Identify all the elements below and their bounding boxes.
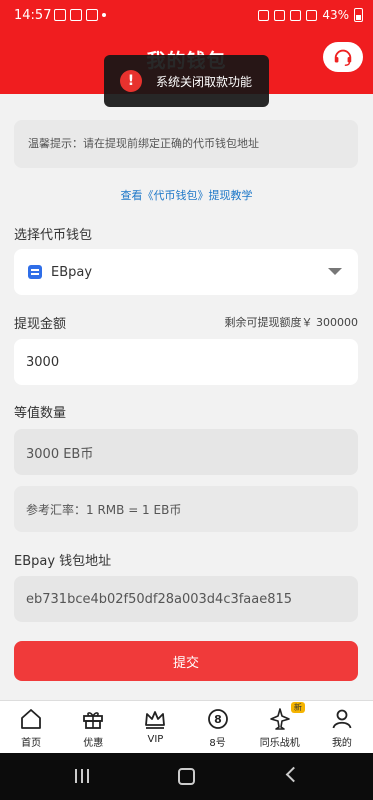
wallet-address-field: eb731bce4b02f50df28a003d4c3faae815 xyxy=(14,576,358,622)
battery-percent: 43% xyxy=(322,8,349,22)
tab-fighter[interactable]: 新 同乐战机 xyxy=(249,701,311,754)
amount-input[interactable]: 3000 xyxy=(14,339,358,385)
toast-message: 系统关闭取款功能 xyxy=(156,74,253,89)
equivalent-label: 等值数量 xyxy=(14,406,67,421)
system-status-icons: 43% xyxy=(258,8,363,22)
remaining-quota: 剩余可提现额度￥ 300000 xyxy=(224,316,359,329)
battery-icon xyxy=(354,8,363,22)
warning-icon: ! xyxy=(120,70,142,92)
wallet-label: 选择代币钱包 xyxy=(14,228,93,243)
ebpay-logo-icon xyxy=(28,265,42,279)
tab-label: VIP xyxy=(147,734,164,745)
tab-label: 优惠 xyxy=(83,738,104,749)
more-notifications-icon xyxy=(102,13,106,17)
crown-icon xyxy=(145,711,166,729)
status-time: 14:57 xyxy=(14,8,52,23)
wifi-icon xyxy=(290,9,302,21)
chevron-down-icon xyxy=(328,268,342,275)
customer-service-button[interactable] xyxy=(323,42,363,72)
tab-label: 8号 xyxy=(209,738,226,749)
tab-vip[interactable]: VIP xyxy=(124,701,186,754)
mute-icon xyxy=(274,9,286,21)
svg-text:8: 8 xyxy=(214,713,222,726)
tab-eight[interactable]: 8 8号 xyxy=(187,701,249,754)
amount-label: 提现金额 xyxy=(14,317,67,332)
tab-home[interactable]: 首页 xyxy=(0,701,62,754)
recent-apps-button[interactable] xyxy=(75,769,89,783)
notification-icons xyxy=(54,9,106,21)
tip-box: 温馨提示：请在提现前绑定正确的代币钱包地址 xyxy=(14,120,358,168)
status-bar: 14:57 43% xyxy=(0,0,373,32)
equivalent-amount-field: 3000 EB币 xyxy=(14,429,358,475)
new-badge: 新 xyxy=(290,702,305,713)
exchange-rate-box: 参考汇率：1 RMB = 1 EB币 xyxy=(14,486,358,532)
fighter-jet-icon xyxy=(269,708,290,730)
address-label: EBpay 钱包地址 xyxy=(14,554,112,569)
app-notification-icon xyxy=(70,9,82,21)
eight-ball-icon: 8 xyxy=(207,709,228,729)
user-icon xyxy=(332,709,352,729)
tutorial-link[interactable]: 查看《代币钱包》提现教学 xyxy=(0,187,373,203)
chat-icon xyxy=(258,9,270,21)
system-nav-bar xyxy=(0,753,373,800)
wallet-select[interactable]: EBpay xyxy=(14,249,358,295)
home-button[interactable] xyxy=(178,768,195,785)
submit-button[interactable]: 提交 xyxy=(14,641,358,681)
gift-icon xyxy=(83,712,104,729)
gallery-notification-icon xyxy=(54,9,66,21)
back-button[interactable] xyxy=(285,766,302,783)
headset-icon xyxy=(334,49,352,66)
signal-icon xyxy=(306,9,318,21)
wallet-form: 温馨提示：请在提现前绑定正确的代币钱包地址 查看《代币钱包》提现教学 选择代币钱… xyxy=(0,94,373,700)
bottom-tab-bar: 首页 优惠 VIP 8 8号 新 同乐战机 我的 xyxy=(0,700,373,754)
message-notification-icon xyxy=(86,9,98,21)
home-icon xyxy=(21,709,41,729)
tab-profile[interactable]: 我的 xyxy=(311,701,373,754)
tab-promotions[interactable]: 优惠 xyxy=(62,701,124,754)
tab-label: 我的 xyxy=(331,738,352,749)
tab-label: 首页 xyxy=(21,738,42,749)
tab-label: 同乐战机 xyxy=(259,738,300,749)
wallet-selected: EBpay xyxy=(51,264,93,280)
